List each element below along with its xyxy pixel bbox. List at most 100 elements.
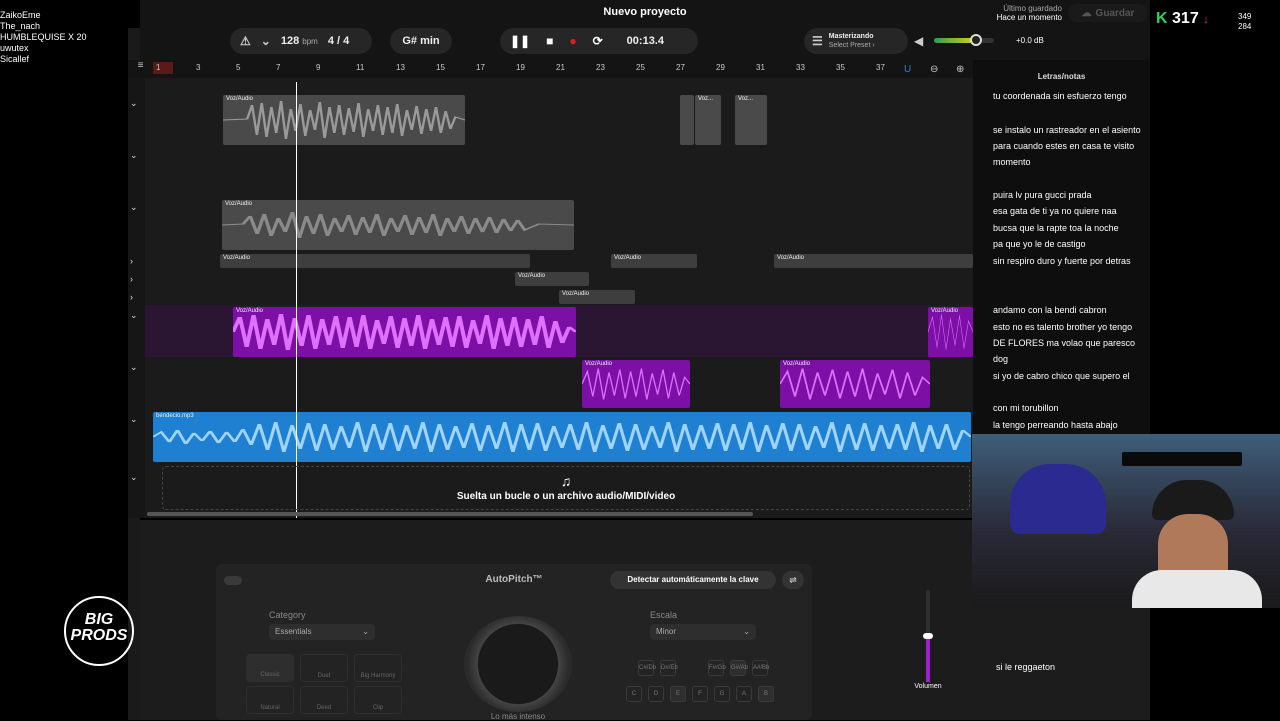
chat-line: Sicallef (0, 54, 30, 64)
audio-clip[interactable]: Voz... (695, 95, 721, 145)
chevron-down-icon[interactable]: ⌄ (130, 98, 138, 109)
ruler-tick-label: 11 (356, 63, 365, 72)
key-button[interactable]: G# min (390, 28, 452, 54)
audio-clip[interactable]: Voz/Audio (223, 95, 465, 145)
audio-clip[interactable] (680, 95, 694, 145)
audio-clip[interactable]: Voz/Audio (774, 254, 973, 268)
mode-duet[interactable]: Duet (300, 654, 348, 682)
waveform (233, 313, 576, 351)
audio-clip[interactable]: Voz/Audio (220, 254, 530, 268)
key-a[interactable]: A (736, 686, 752, 702)
chevron-down-icon[interactable]: ⌄ (130, 202, 138, 213)
chevron-right-icon[interactable]: › (130, 292, 133, 302)
key-f-sharp[interactable]: F#/Gb (708, 660, 726, 676)
settings-sliders-icon[interactable]: ⇌ (782, 571, 804, 589)
chevron-down-icon[interactable]: ⌄ (130, 150, 138, 161)
lyrics-title: Letras/notas (1037, 72, 1086, 81)
track-volume-fader[interactable] (923, 590, 933, 682)
speaker-icon[interactable]: ◀ (914, 34, 923, 48)
audio-clip[interactable]: Voz/Audio (611, 254, 697, 268)
clip-label: Voz/Audio (225, 201, 253, 207)
ruler-tick-label: 13 (396, 63, 405, 72)
audio-clip-mp3[interactable]: bendecio.mp3 (153, 412, 971, 462)
loop-icon[interactable]: ⟳ (593, 34, 603, 48)
fader-knob[interactable] (923, 633, 933, 639)
mode-clip[interactable]: Clip (354, 686, 402, 714)
mastering-button[interactable]: ☰ Masterizando Select Preset › (804, 28, 908, 54)
audio-clip[interactable]: Voz/Audio (582, 360, 690, 408)
audio-clip[interactable]: Voz/Audio (559, 290, 635, 304)
counter-stat-up: 349 (1238, 12, 1252, 21)
mode-grid: Classic Duet Big Harmony Natural Deed Cl… (246, 654, 404, 716)
chevron-down-icon[interactable]: ⌄ (130, 472, 138, 483)
key-d-sharp[interactable]: D#/Eb (660, 660, 678, 676)
mode-natural[interactable]: Natural (246, 686, 294, 714)
chevron-down-icon[interactable]: ⌄ (130, 414, 138, 425)
audio-clip[interactable]: Voz/Audio (515, 272, 589, 286)
audio-clip[interactable]: Voz... (735, 95, 767, 145)
key-b[interactable]: B (758, 686, 774, 702)
key-c-sharp[interactable]: C#/Db (638, 660, 656, 676)
time-signature[interactable]: 4 / 4 (328, 35, 349, 47)
magnet-icon[interactable]: U (904, 64, 911, 75)
key-e[interactable]: E (670, 686, 686, 702)
saved-when: Hace un momento (996, 13, 1062, 22)
audio-clip-selected[interactable]: Voz/Audio (233, 307, 576, 357)
zoom-in-icon[interactable]: ⊕ (956, 64, 964, 75)
ruler-tick-label: 5 (236, 63, 241, 72)
saved-label: Último guardado (1003, 4, 1062, 13)
lyrics-panel[interactable]: Letras/notas tu coordenada sin esfuerzo … (973, 60, 1150, 434)
key-d[interactable]: D (648, 686, 664, 702)
drop-zone[interactable]: ♫ Suelta un bucle o un archivo audio/MID… (162, 466, 970, 510)
chevron-down-icon[interactable]: ⌄ (130, 362, 138, 373)
key-a-sharp[interactable]: A#/Bb (752, 660, 769, 676)
chevron-right-icon[interactable]: › (130, 256, 133, 266)
arrangement-area[interactable]: Voz/Audio Voz... Voz... Voz/Audio Voz/Au… (145, 78, 973, 518)
lyric-line: andamo con la bendi cabron (993, 305, 1107, 315)
mode-classic[interactable]: Classic (246, 654, 294, 682)
record-icon[interactable]: ● (569, 34, 576, 48)
save-button[interactable]: ☁ Guardar (1068, 4, 1148, 22)
led-sign (1122, 452, 1242, 466)
master-volume-slider[interactable] (934, 34, 994, 46)
chevron-right-icon[interactable]: › (130, 274, 133, 284)
pause-icon[interactable]: ❚❚ (510, 34, 530, 48)
metronome-icon[interactable]: ⚠ (240, 34, 251, 48)
time-display: 00:13.4 (626, 35, 664, 47)
tracks-menu-icon[interactable]: ≡ (128, 60, 153, 78)
lyric-line: la tengo perreando hasta abajo (993, 420, 1118, 430)
audio-clip[interactable]: Voz/Audio (780, 360, 930, 408)
clip-label: Voz... (738, 96, 754, 102)
ruler-tick-label: 9 (316, 63, 321, 72)
horizontal-scrollbar[interactable] (147, 512, 753, 516)
chevron-down-icon[interactable]: ⌄ (261, 34, 271, 48)
chevron-down-icon[interactable]: ⌄ (130, 310, 138, 321)
ruler-tick-label: 17 (476, 63, 485, 72)
stop-icon[interactable]: ■ (546, 34, 553, 48)
zoom-out-icon[interactable]: ⊖ (930, 64, 938, 75)
detect-key-button[interactable]: Detectar automáticamente la clave (610, 571, 776, 589)
timeline-ruler[interactable]: 1 3 5 7 9 11 13 15 17 19 21 23 25 27 29 31 33 35 37 (153, 60, 973, 78)
music-note-icon: ♫ (560, 473, 572, 489)
playhead[interactable] (296, 82, 297, 518)
audio-clip[interactable]: Voz/Audio (222, 200, 574, 250)
mode-label: Deed (316, 705, 332, 711)
category-select[interactable]: Essentials ⌄ (269, 624, 375, 640)
webcam-feed (972, 434, 1280, 608)
key-g[interactable]: G (714, 686, 730, 702)
fader-fill (926, 636, 930, 682)
mode-big-harmony[interactable]: Big Harmony (354, 654, 402, 682)
mode-deed[interactable]: Deed (300, 686, 348, 714)
master-volume-knob[interactable] (970, 34, 982, 46)
audio-clip[interactable]: Voz/Audio (928, 307, 973, 357)
key-f[interactable]: F (692, 686, 708, 702)
clip-label: Voz/Audio (931, 308, 959, 314)
key-g-sharp[interactable]: G#/Ab (730, 660, 748, 676)
pitch-knob[interactable] (464, 616, 572, 712)
key-c[interactable]: C (626, 686, 642, 702)
bpm-unit: bpm (302, 37, 318, 46)
scale-select[interactable]: Minor ⌄ (650, 624, 756, 640)
save-label: Guardar (1095, 7, 1135, 19)
bpm-value[interactable]: 128 bpm (281, 35, 318, 47)
logo-line2: PRODS (70, 627, 128, 644)
